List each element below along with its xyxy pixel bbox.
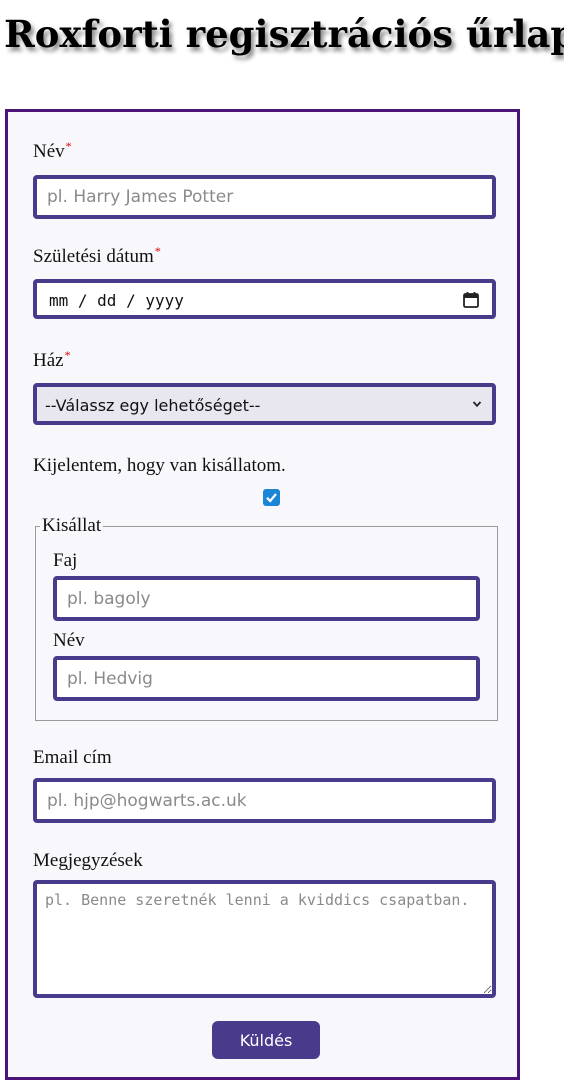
checkmark-icon [266, 493, 277, 503]
notes-label: Megjegyzések [33, 850, 143, 871]
submit-button[interactable]: Küldés [212, 1021, 320, 1059]
birthdate-label: Születési dátum* [33, 244, 161, 267]
house-select[interactable]: --Válassz egy lehetőséget-- [33, 383, 496, 425]
email-label: Email cím [33, 747, 112, 768]
pet-species-label: Faj [53, 550, 78, 571]
required-mark: * [65, 139, 72, 153]
name-label: Név* [33, 139, 72, 162]
required-mark: * [154, 244, 161, 258]
house-label: Ház* [33, 348, 71, 371]
name-input[interactable] [33, 175, 496, 219]
chevron-down-icon [472, 401, 482, 408]
registration-form: Név* Születési dátum* mm / dd / yyyy Ház… [5, 109, 520, 1080]
email-input[interactable] [33, 778, 496, 823]
pet-declaration-label: Kijelentem, hogy van kisállatom. [33, 455, 286, 476]
pet-legend: Kisállat [42, 515, 102, 536]
pet-name-label: Név [53, 630, 85, 651]
pet-species-input[interactable] [53, 576, 480, 621]
notes-textarea[interactable] [33, 880, 496, 998]
calendar-icon[interactable] [462, 291, 480, 309]
page-title: Roxforti regisztrációs űrlap [4, 12, 564, 56]
required-mark: * [64, 348, 71, 362]
birthdate-input[interactable]: mm / dd / yyyy [33, 279, 496, 319]
pet-name-input[interactable] [53, 656, 480, 701]
date-format-text: mm / dd / yyyy [49, 291, 184, 310]
pet-checkbox[interactable] [263, 489, 280, 506]
house-selected-value: --Válassz egy lehetőséget-- [45, 396, 261, 415]
